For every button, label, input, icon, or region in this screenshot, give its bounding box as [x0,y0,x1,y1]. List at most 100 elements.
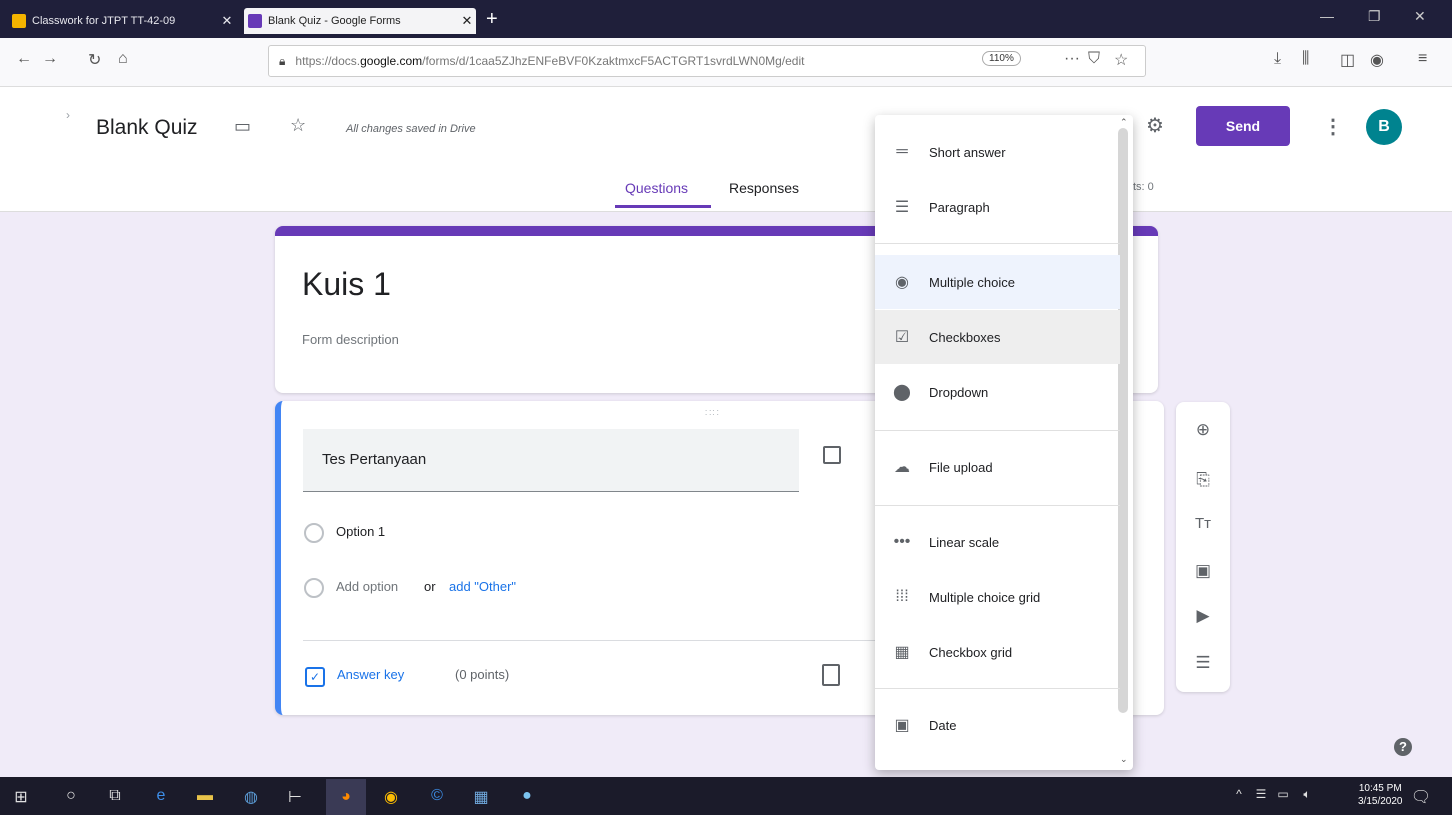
account-icon[interactable]: ◉ [1370,50,1384,70]
duplicate-icon[interactable] [822,664,840,686]
taskbar-clock[interactable]: 10:45 PM 3/15/2020 [1358,782,1403,808]
back-icon[interactable]: ← [16,50,32,68]
maximize-icon[interactable]: ❐ [1368,8,1381,25]
radio-button-icon: ◉ [895,274,909,291]
download-icon[interactable]: ⤓ [1274,50,1281,68]
firefox-icon[interactable]: ◕ [326,779,366,815]
menu-item-label: Paragraph [929,199,990,215]
volume-icon[interactable]: 🔈︎ [1296,787,1318,802]
add-title-icon[interactable]: Tт [1190,515,1216,532]
tab-responses[interactable]: Responses [729,180,799,196]
drag-handle-icon[interactable]: ∷∷ [705,408,720,419]
home-icon[interactable]: ⌂ [118,50,128,68]
add-video-icon[interactable]: ▶ [1190,606,1216,626]
app-icon[interactable]: ◍ [240,787,262,807]
form-description-field[interactable]: Form description [302,332,399,347]
forward-icon[interactable]: → [42,50,58,68]
form-title[interactable]: Kuis 1 [302,266,391,303]
scroll-up-icon[interactable]: ⌃ [1120,117,1128,128]
clock-date: 3/15/2020 [1358,796,1403,807]
menu-item-linear-scale[interactable]: ••• Linear scale [875,515,1120,569]
question-title[interactable]: Tes Pertanyaan [322,451,426,468]
document-title[interactable]: Blank Quiz [96,116,198,140]
sidebar-toggle-icon[interactable]: ◫ [1340,50,1355,70]
search-icon[interactable]: ○ [60,787,82,805]
menu-divider [875,505,1120,506]
close-tab-icon[interactable]: ✕ [218,13,236,29]
menu-item-checkbox-grid[interactable]: ▦ Checkbox grid [875,625,1120,679]
browser-tab-classwork[interactable]: Classwork for JTPT TT-42-09 ✕ [8,8,236,34]
menu-item-file-upload[interactable]: ☁ File upload [875,440,1120,494]
notifications-icon[interactable]: 🗨︎ [1410,787,1432,807]
dropdown-icon: ⬤ [893,384,911,401]
add-option-button[interactable]: Add option [336,579,398,594]
radio-add-option-icon [304,578,324,598]
or-label: or [424,579,436,594]
settings-icon[interactable]: ⚙ [1146,113,1164,138]
grid-dots-icon: ⁞⁞⁞ [895,588,909,605]
task-view-icon[interactable]: ⧉ [104,787,126,805]
answer-key-icon[interactable]: ✓ [305,667,325,687]
total-points: ts: 0 [1133,181,1154,193]
menu-divider [875,688,1120,689]
new-tab-icon[interactable]: + [486,8,498,30]
app-globe-icon[interactable]: ● [516,787,538,805]
close-window-icon[interactable]: ✕ [1414,8,1426,25]
star-icon[interactable]: ☆ [290,115,306,136]
menu-item-label: Checkbox grid [929,644,1013,660]
battery-icon[interactable]: ▭ [1272,787,1294,801]
tab-questions[interactable]: Questions [625,180,688,196]
classroom-favicon-icon [12,14,26,28]
browser-tab-forms[interactable]: Blank Quiz - Google Forms ✕ [244,8,476,34]
move-to-folder-icon[interactable]: ▭ [234,116,251,137]
menu-item-dropdown[interactable]: ⬤ Dropdown [875,365,1120,419]
scroll-down-icon[interactable]: ⌄ [1120,754,1128,765]
add-image-icon[interactable] [823,446,841,464]
file-explorer-icon[interactable]: ▬ [194,787,216,805]
url-path: /forms/d/1caa5ZJhzENFeBVF0KzaktmxcF5ACTG… [422,54,805,68]
add-question-icon[interactable]: ⊕ [1190,420,1216,440]
menu-item-checkboxes[interactable]: ☑ Checkboxes [875,310,1120,364]
store-icon[interactable]: ▦ [470,787,492,807]
paragraph-icon: ☰ [894,199,910,216]
close-tab-icon[interactable]: ✕ [458,13,476,29]
edge-icon[interactable]: e [150,787,172,805]
add-other-button[interactable]: add "Other" [449,579,516,594]
menu-divider [875,243,1120,244]
menu-item-paragraph[interactable]: ☰ Paragraph [875,180,1120,234]
pocket-icon[interactable]: ⛉ [1088,50,1100,68]
menu-icon[interactable]: ≡ [1418,50,1427,68]
menu-item-label: Dropdown [929,384,989,400]
import-questions-icon[interactable]: ⎘ [1190,470,1216,490]
checkbox-icon: ☑ [894,329,910,346]
network-app-icon[interactable]: ⊢ [284,787,306,807]
avatar[interactable]: B [1366,109,1402,145]
menu-item-label: Short answer [929,144,1006,160]
minimize-icon[interactable]: — [1320,8,1334,24]
bookmark-star-icon[interactable]: ☆ [1114,50,1128,70]
windows-start-icon[interactable]: ⊞ [10,787,32,807]
help-icon[interactable]: ? [1394,738,1412,756]
menu-item-multiple-choice[interactable]: ◉ Multiple choice [875,255,1120,309]
send-button[interactable]: Send [1196,106,1290,146]
more-options-icon[interactable]: ⋮ [1323,114,1343,139]
menu-item-label: Date [929,717,957,733]
add-section-icon[interactable]: ☰ [1190,653,1216,673]
cloud-upload-icon: ☁ [894,459,910,476]
answer-key-button[interactable]: Answer key [337,667,404,682]
add-image-icon[interactable]: ▣ [1190,561,1216,581]
radio-option-icon [304,523,324,543]
zoom-level[interactable]: 110% [982,51,1021,66]
reload-icon[interactable]: ↻ [88,50,101,70]
menu-item-multiple-choice-grid[interactable]: ⁞⁞⁞ Multiple choice grid [875,570,1120,624]
network-icon[interactable]: ☰ [1250,787,1272,801]
menu-item-short-answer[interactable]: ═ Short answer [875,125,1120,179]
show-hidden-icons-icon[interactable]: ^ [1228,787,1250,801]
chrome-icon[interactable]: ◉ [380,787,402,807]
app-c-icon[interactable]: © [426,787,448,805]
forms-logo-icon: › [66,108,70,122]
more-actions-icon[interactable]: ··· [1064,50,1080,68]
library-icon[interactable]: ⫼ [1302,50,1309,68]
menu-item-date[interactable]: ▣ Date [875,698,1120,752]
option-1-label[interactable]: Option 1 [336,524,385,539]
